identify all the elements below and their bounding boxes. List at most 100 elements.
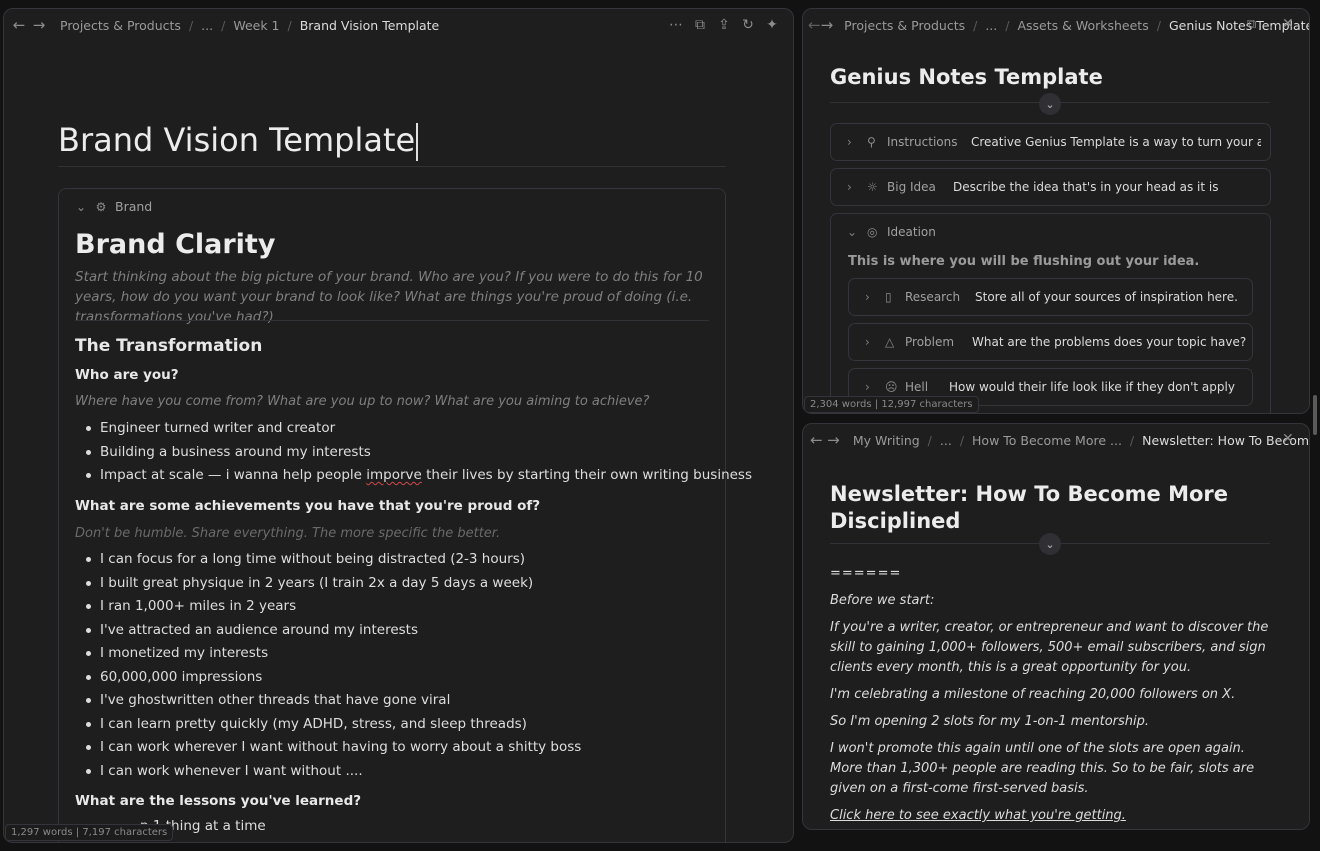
property-row-big-idea[interactable]: › ☼ Big Idea Describe the idea that's in…	[830, 168, 1271, 206]
list-item[interactable]: I can focus for a long time without bein…	[75, 548, 581, 572]
page-title-line: Disciplined	[830, 509, 961, 533]
property-name: Problem	[905, 335, 955, 349]
list-item[interactable]: I can work wherever I want without havin…	[75, 736, 581, 760]
page-title[interactable]: Genius Notes Template	[830, 65, 1103, 89]
misspelled-word[interactable]: imporve	[366, 467, 422, 483]
bullet-list: I can focus for a long time without bein…	[75, 548, 581, 783]
breadcrumb-separator: /	[287, 17, 292, 33]
close-icon[interactable]: ✕	[1282, 431, 1294, 447]
share-icon[interactable]: ⇪	[717, 17, 731, 33]
breadcrumb-separator: /	[188, 17, 194, 33]
breadcrumb-current[interactable]: Brand Vision Template	[300, 18, 440, 33]
list-item[interactable]: Impact at scale — i wanna help people im…	[75, 464, 752, 488]
globe-icon: ◎	[867, 225, 878, 239]
rt-tab-header: ← → Projects & Products / ... / Assets &…	[803, 9, 1309, 41]
page-title[interactable]: Brand Vision Template	[58, 121, 418, 161]
list-item[interactable]: I monetized my interests	[75, 642, 581, 666]
more-options-icon[interactable]: .	[1269, 17, 1273, 32]
list-item[interactable]: I can work whenever I want without ....	[75, 760, 581, 784]
gear-icon: ⚙	[95, 199, 107, 214]
paragraph: I won't promote this again until one of …	[830, 741, 1255, 796]
genius-notes-pane: ← → Projects & Products / ... / Assets &…	[802, 8, 1310, 414]
list-item[interactable]: I can learn pretty quickly (my ADHD, str…	[75, 713, 581, 737]
breadcrumb-item[interactable]: Assets & Worksheets	[1017, 18, 1148, 33]
copy-icon[interactable]: ⧉	[693, 17, 707, 33]
divider-text: ======	[830, 566, 902, 581]
breadcrumb-separator: /	[1129, 432, 1135, 448]
rb-tab-header: ← → My Writing / ... / How To Become Mor…	[803, 424, 1309, 456]
forward-arrow-icon[interactable]: →	[29, 16, 49, 34]
breadcrumb-item[interactable]: ...	[940, 433, 952, 448]
property-value: Store all of your sources of inspiration…	[975, 290, 1238, 304]
forward-arrow-icon[interactable]: →	[825, 431, 842, 449]
page-title[interactable]: Newsletter: How To Become More Disciplin…	[830, 481, 1228, 535]
property-row-instructions[interactable]: › ⚲ Instructions Creative Genius Templat…	[830, 123, 1271, 161]
breadcrumb-separator: /	[1005, 17, 1010, 33]
property-value: Describe the idea that's in your head as…	[953, 180, 1219, 194]
back-arrow-icon[interactable]: ←	[808, 431, 825, 449]
property-name: Big Idea	[887, 180, 936, 194]
chevron-right-icon[interactable]: ›	[847, 180, 861, 194]
mentorship-link[interactable]: Click here to see exactly what you're ge…	[830, 806, 1270, 826]
property-value: How would their life look like if they d…	[949, 380, 1239, 394]
question-heading: What are the lessons you've learned?	[75, 793, 362, 809]
list-item[interactable]: I ran 1,000+ miles in 2 years	[75, 595, 581, 619]
word-count-status: 1,297 words | 7,197 characters	[5, 824, 174, 841]
property-name: Research	[905, 290, 961, 304]
breadcrumb-item[interactable]: Projects & Products	[60, 18, 181, 33]
word-count-status: 2,304 words | 12,997 characters	[804, 396, 979, 413]
back-arrow-icon[interactable]: ←	[808, 16, 821, 34]
title-divider	[58, 166, 726, 167]
chevron-right-icon[interactable]: ›	[865, 290, 879, 304]
newsletter-pane: ← → My Writing / ... / How To Become Mor…	[802, 423, 1310, 830]
breadcrumb-item[interactable]: My Writing	[853, 433, 920, 448]
breadcrumb-item[interactable]: How To Become More ...	[972, 433, 1122, 448]
breadcrumb-item[interactable]: Projects & Products	[844, 18, 965, 33]
breadcrumb-item[interactable]: ...	[985, 18, 997, 33]
chevron-right-icon[interactable]: ›	[865, 380, 879, 394]
property-row-research[interactable]: › ▯ Research Store all of your sources o…	[848, 278, 1253, 316]
breadcrumb-item[interactable]: ...	[201, 18, 213, 33]
more-options-icon[interactable]: ⋯	[669, 17, 683, 33]
subsection-heading: The Transformation	[75, 336, 263, 356]
property-name: Hell	[905, 380, 929, 394]
list-item[interactable]: Engineer turned writer and creator	[75, 417, 752, 441]
warning-icon: △	[885, 335, 895, 349]
breadcrumb-separator: /	[221, 17, 226, 33]
chevron-down-icon[interactable]: ⌄	[1039, 533, 1061, 555]
copy-icon[interactable]: ⧉	[1247, 17, 1256, 32]
ideation-label: Ideation	[887, 225, 936, 239]
page-title-text: Brand Vision Template	[58, 121, 416, 159]
chevron-right-icon[interactable]: ›	[865, 335, 879, 349]
list-item[interactable]: I've ghostwritten other threads that hav…	[75, 689, 581, 713]
chevron-down-icon[interactable]: ⌄	[75, 200, 87, 214]
scrollbar[interactable]	[1313, 395, 1317, 435]
left-editor-pane: ← → Projects & Products / ... / Week 1 /…	[3, 8, 794, 843]
breadcrumb-item[interactable]: Week 1	[233, 18, 279, 33]
breadcrumb-separator: /	[1156, 17, 1161, 33]
sync-icon[interactable]: ↻	[741, 17, 755, 33]
chevron-down-icon[interactable]: ⌄	[1039, 93, 1061, 115]
ideation-header[interactable]: ⌄ ◎ Ideation	[847, 225, 936, 239]
paragraph: I'm celebrating a milestone of reaching …	[830, 687, 1236, 702]
property-row-problem[interactable]: › △ Problem What are the problems does y…	[848, 323, 1253, 361]
callout-header[interactable]: ⌄ ⚙ Brand	[75, 199, 152, 214]
ideation-description: This is where you will be flushing out y…	[848, 254, 1200, 269]
wand-icon: ⚲	[867, 135, 876, 149]
chevron-down-icon[interactable]: ⌄	[847, 225, 861, 239]
page-title-line: Newsletter: How To Become More	[830, 482, 1229, 506]
bulb-icon: ☼	[867, 180, 878, 194]
paragraph: If you're a writer, creator, or entrepre…	[830, 620, 1269, 675]
back-arrow-icon[interactable]: ←	[9, 16, 29, 34]
list-item[interactable]: Building a business around my interests	[75, 441, 752, 465]
intro-text: Start thinking about the big picture of …	[75, 269, 703, 325]
list-item[interactable]: I built great physique in 2 years (I tra…	[75, 572, 581, 596]
breadcrumb-separator: /	[927, 432, 932, 448]
list-item[interactable]: 60,000,000 impressions	[75, 666, 581, 690]
breadcrumb-separator: /	[959, 432, 965, 448]
pin-icon[interactable]: ✦	[765, 17, 779, 33]
chevron-right-icon[interactable]: ›	[847, 135, 861, 149]
list-item[interactable]: I've attracted an audience around my int…	[75, 619, 581, 643]
forward-arrow-icon[interactable]: →	[821, 16, 834, 34]
close-icon[interactable]: ✕	[1282, 16, 1294, 32]
